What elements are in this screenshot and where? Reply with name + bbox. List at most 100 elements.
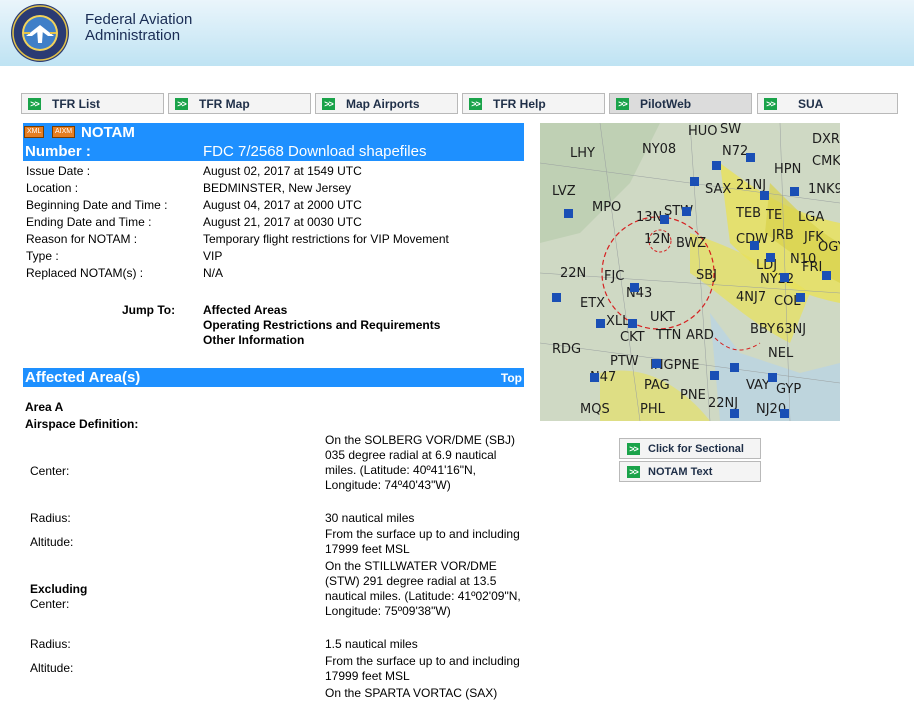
airport-icon (760, 191, 769, 200)
airport-icon (564, 209, 573, 218)
airport-icon (628, 319, 637, 328)
tab-tfr-map[interactable]: >> TFR Map (168, 93, 311, 114)
map-label-huo: HUO (688, 124, 718, 139)
map-label-ttn: TTN (655, 328, 681, 343)
map-label-ny08: NY08 (642, 142, 676, 157)
tab-sua[interactable]: >> SUA (757, 93, 898, 114)
reason-value: Temporary flight restrictions for VIP Mo… (203, 232, 449, 246)
map-label-dxr: DXR (812, 132, 840, 147)
map-label-ukt: UKT (650, 310, 675, 325)
jump-link-operating-restrictions[interactable]: Operating Restrictions and Requirements (203, 318, 440, 332)
airport-icon (710, 371, 719, 380)
map-label-xll: XLL (606, 314, 630, 329)
map-label-22nj: 22NJ (708, 396, 738, 411)
map-label-cmk: CMK (812, 154, 840, 169)
green-arrow-icon: >> (627, 443, 640, 455)
map-label-jrb: JRB (771, 228, 794, 243)
map-label-4nj7: 4NJ7 (736, 290, 766, 305)
map-label-sw: SW (720, 123, 741, 137)
agency-name-line1: Federal Aviation (85, 11, 193, 28)
tab-label: SUA (798, 97, 824, 111)
map-label-21nj: 21NJ (736, 178, 766, 193)
tab-tfr-help[interactable]: >> TFR Help (462, 93, 605, 114)
airport-icon (768, 373, 777, 382)
tab-label: Map Airports (346, 97, 420, 111)
map-label-pne: PNE (680, 388, 706, 403)
altitude-label: Altitude: (30, 535, 74, 549)
click-for-sectional-button[interactable]: >> Click for Sectional (619, 438, 761, 459)
map-label-gyp: GYP (776, 382, 801, 397)
excluding-label: Excluding (30, 582, 88, 596)
airport-icon (596, 319, 605, 328)
map-label-n72: N72 (722, 144, 748, 159)
tab-map-airports[interactable]: >> Map Airports (315, 93, 458, 114)
number-value[interactable]: FDC 7/2568 Download shapefiles (203, 143, 426, 160)
map-label-jfk: JFK (803, 230, 824, 245)
radius2-value: 1.5 nautical miles (325, 637, 418, 651)
tab-label: PilotWeb (640, 97, 692, 111)
green-arrow-icon: >> (175, 98, 188, 110)
tab-label: TFR Map (199, 97, 250, 111)
airspace-definition-label: Airspace Definition: (25, 417, 139, 431)
green-arrow-icon: >> (469, 98, 482, 110)
button-label: NOTAM Text (648, 466, 713, 478)
map-label-mqs: MQS (580, 402, 610, 417)
map-label-13n: 13N (636, 210, 662, 225)
jump-link-affected-areas[interactable]: Affected Areas (203, 303, 287, 317)
airport-icon (590, 373, 599, 382)
map-label-ptw: PTW (610, 354, 639, 369)
airport-icon (822, 271, 831, 280)
agency-name: Federal Aviation Administration (85, 12, 192, 44)
map-label-lhy: LHY (570, 146, 595, 161)
top-link[interactable]: Top (501, 371, 522, 385)
map-label-te: TE (765, 208, 782, 223)
center2-value: On the STILLWATER VOR/DME (STW) 291 degr… (325, 559, 521, 618)
site-header: Federal Aviation Administration (0, 0, 914, 66)
airport-icon (690, 177, 699, 186)
airport-icon (682, 207, 691, 216)
notam-text-button[interactable]: >> NOTAM Text (619, 461, 761, 482)
header-divider (0, 66, 914, 80)
begin-date-label: Beginning Date and Time : (26, 198, 168, 212)
end-date-value: August 21, 2017 at 0030 UTC (203, 215, 362, 229)
trailing-center-value: On the SPARTA VORTAC (SAX) (325, 686, 498, 700)
map-label-hpn: HPN (774, 162, 801, 177)
airport-icon (730, 363, 739, 372)
map-label-ny22: NY22 (760, 272, 794, 287)
map-label-nel: NEL (768, 346, 794, 361)
map-label-ard: ARD (686, 328, 714, 343)
map-label-vay: VAY (746, 378, 770, 393)
notam-header-bar: XML AIXM NOTAM Number : FDC 7/2568 Downl… (23, 123, 524, 161)
tfr-sectional-map[interactable]: HUO SW DXR LHY NY08 N72 CMK HPN LVZ SAX 21NJ 1NK9 MP… (540, 123, 840, 421)
map-label-phl: PHL (640, 402, 666, 417)
altitude-value: From the surface up to and including 179… (325, 527, 520, 556)
airport-icon (630, 283, 639, 292)
map-label-fjc: FJC (604, 269, 624, 284)
type-value: VIP (203, 249, 223, 263)
jump-to-label: Jump To: (122, 303, 176, 317)
location-label: Location : (26, 181, 79, 195)
agency-name-line2: Administration (85, 27, 181, 44)
affected-areas-title: Affected Area(s) (25, 369, 141, 386)
map-label-mpo: MPO (592, 200, 621, 215)
type-label: Type : (26, 249, 59, 263)
green-arrow-icon: >> (322, 98, 335, 110)
xml-badge[interactable]: XML (24, 126, 45, 138)
map-label-63nj: 63NJ (776, 322, 806, 337)
location-value: BEDMINSTER, New Jersey (203, 181, 352, 195)
map-label-sax: SAX (705, 182, 731, 197)
radius-value: 30 nautical miles (325, 511, 415, 525)
sectional-chart-image[interactable]: HUO SW DXR LHY NY08 N72 CMK HPN LVZ SAX 21NJ 1NK9 MP… (540, 123, 840, 421)
jump-link-other-information[interactable]: Other Information (203, 333, 304, 347)
airport-icon (730, 409, 739, 418)
tab-tfr-list[interactable]: >> TFR List (21, 93, 164, 114)
center-label: Center: (30, 464, 70, 478)
map-label-lvz: LVZ (552, 184, 576, 199)
map-label-bby: BBY (750, 322, 775, 337)
aixm-badge[interactable]: AIXM (52, 126, 76, 138)
tab-pilotweb[interactable]: >> PilotWeb (609, 93, 752, 114)
center2-label: Center: (30, 597, 70, 611)
replaced-label: Replaced NOTAM(s) : (26, 266, 144, 280)
radius2-label: Radius: (30, 637, 71, 651)
airport-icon (750, 241, 759, 250)
